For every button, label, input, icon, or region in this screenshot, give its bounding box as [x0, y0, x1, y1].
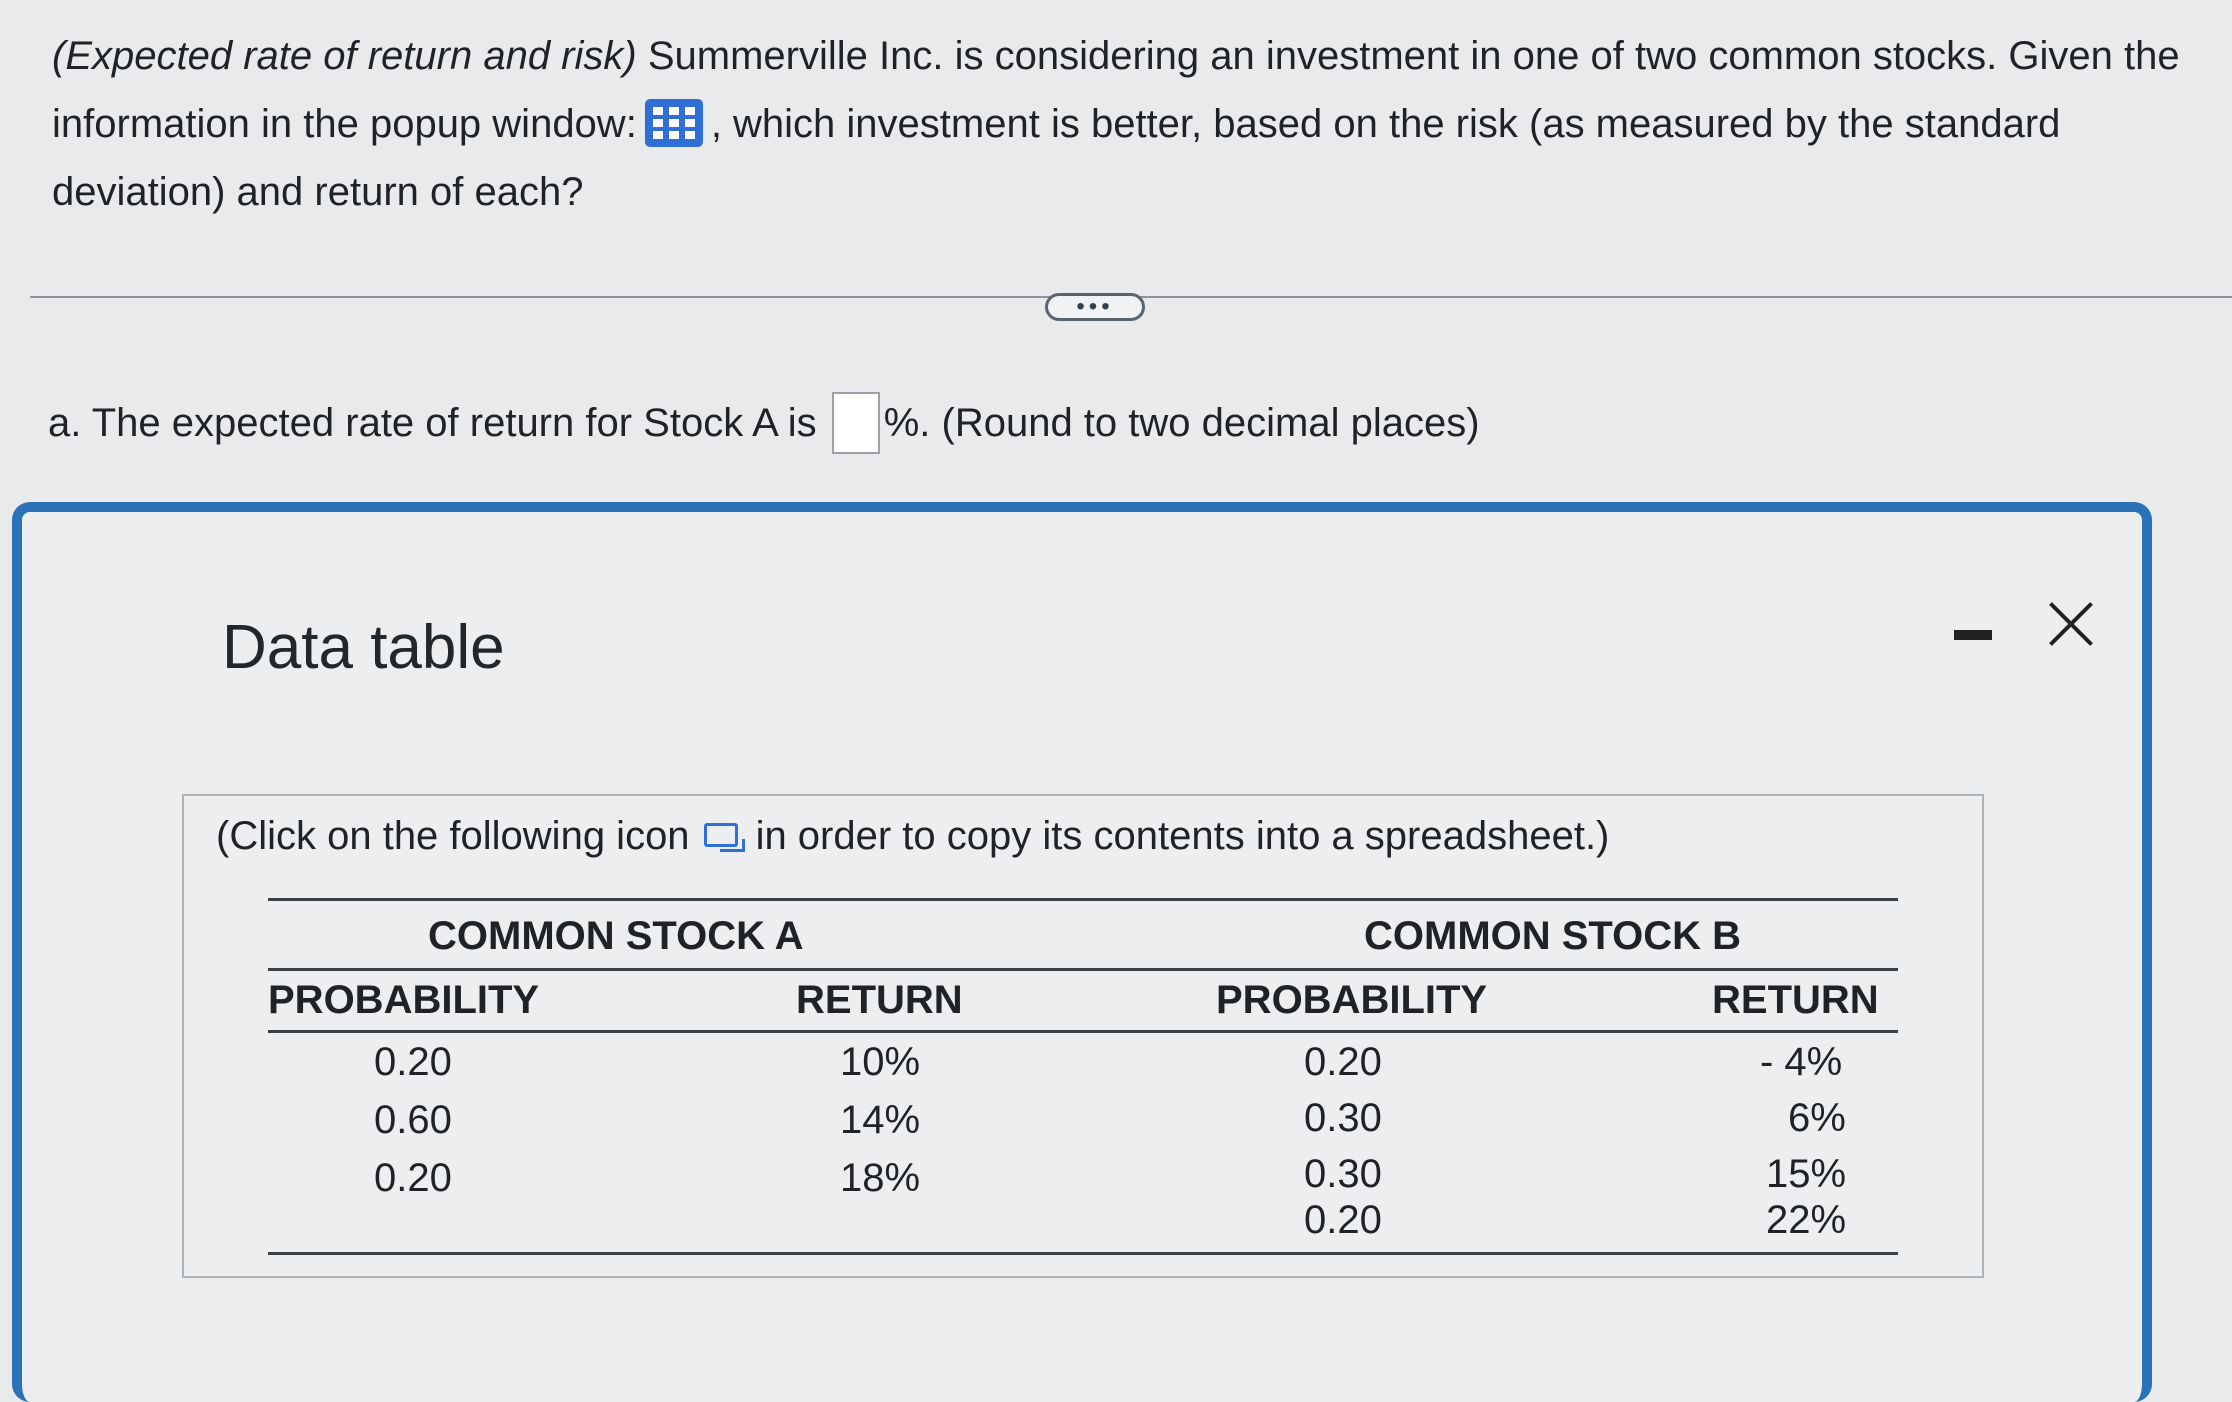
stock-a-probability-cell: 0.60: [374, 1098, 452, 1142]
stock-b-return-cell: 22%: [1766, 1198, 1847, 1242]
stock-a-probability-cell: 0.20: [374, 1040, 452, 1084]
table-top-rule: [268, 898, 1898, 901]
grid-icon[interactable]: [644, 99, 703, 147]
question-text: (Expected rate of return and risk) Summe…: [52, 22, 2212, 226]
stock-b-probability-cell: 0.20: [1304, 1198, 1382, 1242]
close-icon[interactable]: [2036, 590, 2106, 660]
stock-a-return-cell: 14%: [840, 1098, 921, 1142]
modal-title: Data table: [222, 613, 505, 682]
stock-a-return-cell: 18%: [840, 1156, 921, 1200]
copy-note-before: (Click on the following icon: [216, 814, 690, 858]
copy-icon[interactable]: [702, 819, 745, 853]
stock-b-probability-cell: 0.20: [1304, 1040, 1382, 1084]
stock-a-title: COMMON STOCK A: [428, 914, 804, 958]
data-table-container: (Click on the following icon in order to …: [182, 794, 1984, 1278]
stock-a-return-header: RETURN: [796, 978, 963, 1022]
stock-b-return-cell: 15%: [1766, 1152, 1847, 1196]
question-lead: (Expected rate of return and risk): [52, 34, 637, 78]
stock-b-probability-header: PROBABILITY: [1216, 978, 1488, 1022]
stock-a-probability-cell: 0.20: [374, 1156, 452, 1200]
stock-b-return-header: RETURN: [1712, 978, 1879, 1022]
stock-b-title: COMMON STOCK B: [1364, 914, 1742, 958]
answer-input[interactable]: [831, 392, 880, 454]
part-a-prompt: a. The expected rate of return for Stock…: [48, 392, 1480, 454]
stock-a-header-rule: [268, 968, 1188, 971]
copy-note-after: in order to copy its contents into a spr…: [755, 814, 1610, 858]
stock-b-probability-cell: 0.30: [1304, 1096, 1382, 1140]
stock-a-probability-header: PROBABILITY: [268, 978, 540, 1022]
table-bottom-rule: [268, 1252, 1898, 1255]
part-a-suffix: %. (Round to two decimal places): [883, 401, 1480, 445]
part-a-prefix: a. The expected rate of return for Stock…: [48, 401, 817, 445]
stock-b-return-cell: - 4%: [1760, 1040, 1843, 1084]
expand-more-button[interactable]: •••: [1045, 293, 1145, 321]
stock-b-return-cell: 6%: [1788, 1096, 1846, 1140]
column-header-rule: [268, 1030, 1898, 1033]
stock-b-probability-cell: 0.30: [1304, 1152, 1382, 1196]
data-table-modal: Data table (Click on the following icon i…: [12, 502, 2152, 1402]
copy-instruction: (Click on the following icon in order to …: [216, 806, 1609, 866]
stock-a-return-cell: 10%: [840, 1040, 921, 1084]
stock-b-header-rule: [1188, 968, 1898, 971]
minimize-icon[interactable]: [1954, 630, 1992, 640]
